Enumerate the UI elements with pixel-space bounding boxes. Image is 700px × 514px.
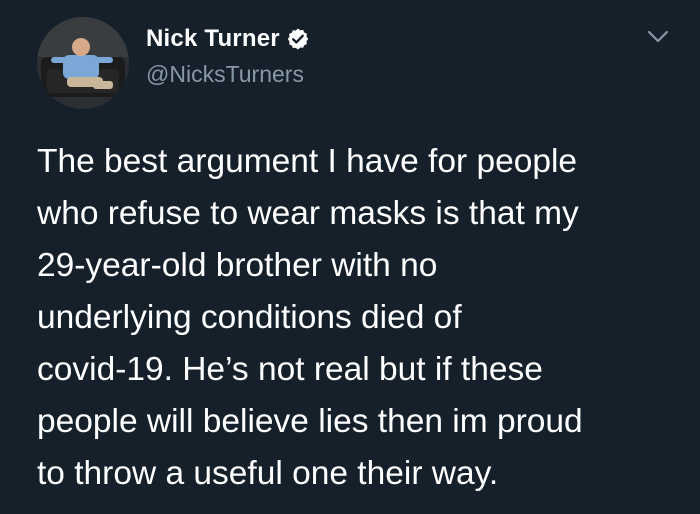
tweet-text-line: 29-year-old brother with no bbox=[37, 247, 438, 284]
tweet-card: Nick Turner @NicksTurners The best argum… bbox=[0, 0, 700, 514]
tweet-text-line: underlying conditions died of bbox=[37, 299, 462, 336]
avatar-photo bbox=[37, 17, 129, 109]
tweet-text-line: covid-19. He’s not real but if these bbox=[37, 351, 543, 388]
author-block: Nick Turner @NicksTurners bbox=[146, 24, 310, 88]
tweet-text-line: The best argument I have for people bbox=[37, 143, 578, 180]
tweet-text-line: people will believe lies then im proud bbox=[37, 403, 583, 440]
verified-badge-icon bbox=[286, 27, 310, 51]
avatar[interactable] bbox=[37, 17, 129, 109]
tweet-text: The best argument I have for people who … bbox=[37, 136, 677, 500]
chevron-down-icon[interactable] bbox=[645, 27, 671, 45]
user-handle[interactable]: @NicksTurners bbox=[146, 61, 310, 88]
tweet-text-line: to throw a useful one their way. bbox=[37, 455, 499, 492]
display-name[interactable]: Nick Turner bbox=[146, 25, 280, 53]
name-row: Nick Turner bbox=[146, 24, 310, 54]
tweet-text-line: who refuse to wear masks is that my bbox=[37, 195, 579, 232]
